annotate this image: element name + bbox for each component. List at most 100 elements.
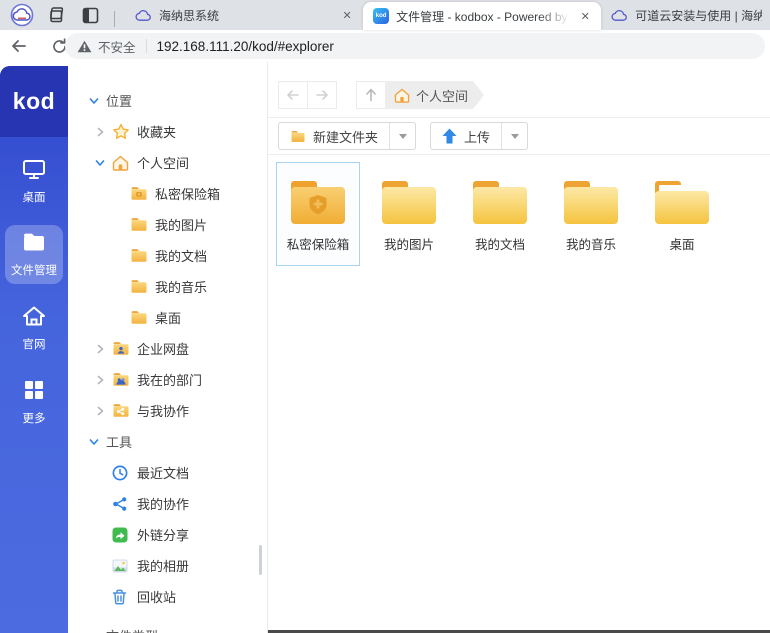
share-nodes-icon: [112, 496, 130, 512]
folder-icon: [468, 176, 532, 228]
grid-item-my-pictures[interactable]: 我的图片: [367, 162, 451, 266]
tree-item-clipped[interactable]: 文件类型: [106, 626, 158, 633]
browser-address-bar: 不安全 192.168.111.20/kod/#explorer: [0, 30, 770, 62]
history-back-button[interactable]: [278, 81, 308, 109]
tab-strip-separator: [114, 11, 115, 27]
back-icon[interactable]: [6, 33, 32, 59]
grid-item-my-documents[interactable]: 我的文档: [458, 162, 542, 266]
tree-item-recycle-bin[interactable]: 回收站: [68, 581, 267, 612]
tab-title: 可道云安装与使用 | 海纳思: [635, 7, 762, 24]
upload-button[interactable]: 上传: [431, 123, 501, 149]
folder-safe-icon: [286, 176, 350, 228]
file-grid: 私密保险箱 我的图片 我的文档: [268, 155, 770, 266]
tree-item-enterprise-disk[interactable]: 企业网盘: [68, 333, 267, 364]
tree-item-label: 个人空间: [137, 153, 189, 172]
upload-dropdown[interactable]: [501, 123, 527, 149]
rail-item-label: 官网: [5, 336, 63, 352]
folder-user-icon: [112, 341, 130, 357]
chevron-down-icon[interactable]: [88, 436, 100, 448]
up-button[interactable]: [356, 81, 386, 109]
close-icon[interactable]: ✕: [577, 8, 593, 24]
rail-item-more[interactable]: 更多: [5, 372, 63, 432]
chevron-right-icon[interactable]: [94, 343, 106, 355]
tree-item-label: 我的音乐: [155, 277, 207, 296]
tree-item-my-collaboration[interactable]: 我的协作: [68, 488, 267, 519]
folder-icon: [290, 130, 306, 143]
folder-tree-panel: 位置 收藏夹 个人空间 私密保险箱 我的图片 我的文档 我的音乐: [68, 62, 268, 633]
chevron-right-icon[interactable]: [94, 126, 106, 138]
tree-section-tools[interactable]: 工具: [68, 426, 267, 457]
tree-item-label: 我的文档: [155, 246, 207, 265]
close-icon[interactable]: ✕: [339, 7, 355, 23]
tree-item-my-departments[interactable]: 我在的部门: [68, 364, 267, 395]
tree-item-label: 桌面: [155, 308, 181, 327]
chevron-right-icon[interactable]: [94, 405, 106, 417]
grid-item-safe-box[interactable]: 私密保险箱: [276, 162, 360, 266]
browser-left-controls: [0, 0, 125, 30]
tab-hainasi[interactable]: 海纳思系统 ✕: [125, 0, 363, 30]
tab-kodbox[interactable]: kod 文件管理 - kodbox - Powered by ✕: [363, 2, 601, 30]
folder-icon: [130, 217, 148, 233]
folder-name: 我的图片: [368, 238, 450, 253]
tree-item-my-albums[interactable]: 我的相册: [68, 550, 267, 581]
grid-item-desktop[interactable]: 桌面: [640, 162, 724, 266]
new-folder-dropdown[interactable]: [389, 123, 415, 149]
page-url: 192.168.111.20/kod/#explorer: [157, 39, 334, 54]
warning-icon: [77, 40, 92, 53]
tree-item-recent-docs[interactable]: 最近文档: [68, 457, 267, 488]
tree-item-label: 我的协作: [137, 494, 189, 513]
caret-down-icon: [511, 134, 519, 139]
tree-item-label: 与我协作: [137, 401, 189, 420]
folder-users-icon: [112, 372, 130, 388]
vertical-tabs-icon[interactable]: [78, 3, 102, 27]
explorer-main: 个人空间 新建文件夹 上传: [268, 62, 770, 633]
tree-item-external-share[interactable]: 外链分享: [68, 519, 267, 550]
caret-down-icon: [399, 134, 407, 139]
folder-share-icon: [112, 403, 130, 419]
tree-item-label: 我的相册: [137, 556, 189, 575]
rail-item-desktop[interactable]: 桌面: [5, 151, 63, 211]
tree-item-safe-box[interactable]: 私密保险箱: [68, 178, 267, 209]
profile-cloud-icon[interactable]: [10, 3, 34, 27]
breadcrumb: 个人空间: [356, 81, 484, 109]
tab-groups-icon[interactable]: [44, 3, 68, 27]
panel-resize-grip[interactable]: [259, 545, 262, 575]
star-icon: [112, 124, 130, 140]
folder-icon: [377, 176, 441, 228]
tree-item-desktop[interactable]: 桌面: [68, 302, 267, 333]
tree-item-label: 回收站: [137, 587, 176, 606]
new-folder-split-button: 新建文件夹: [278, 122, 416, 150]
url-input[interactable]: 不安全 192.168.111.20/kod/#explorer: [65, 33, 765, 59]
tree-section-location[interactable]: 位置: [68, 85, 267, 116]
rail-item-website[interactable]: 官网: [5, 298, 63, 358]
tree-item-label: 外链分享: [137, 525, 189, 544]
new-folder-button[interactable]: 新建文件夹: [279, 123, 389, 149]
chevron-down-icon[interactable]: [88, 95, 100, 107]
history-forward-button[interactable]: [307, 81, 337, 109]
folder-icon: [21, 232, 47, 253]
tree-item-favorites[interactable]: 收藏夹: [68, 116, 267, 147]
chevron-down-icon[interactable]: [94, 157, 106, 169]
tab-title: 海纳思系统: [159, 7, 332, 24]
breadcrumb-root[interactable]: 个人空间: [385, 81, 484, 109]
chevron-right-icon[interactable]: [94, 374, 106, 386]
tree-item-my-documents[interactable]: 我的文档: [68, 240, 267, 271]
home-icon: [22, 305, 46, 327]
tree-item-my-pictures[interactable]: 我的图片: [68, 209, 267, 240]
folder-name: 我的文档: [459, 238, 541, 253]
rail-item-file-manager[interactable]: 文件管理: [5, 225, 63, 284]
security-label: 不安全: [98, 37, 136, 56]
folder-icon: [130, 279, 148, 295]
tree-item-label: 收藏夹: [137, 122, 176, 141]
tree-item-my-music[interactable]: 我的音乐: [68, 271, 267, 302]
tree-item-label: 我在的部门: [137, 370, 202, 389]
grid-item-my-music[interactable]: 我的音乐: [549, 162, 633, 266]
browser-tab-strip: 海纳思系统 ✕ kod 文件管理 - kodbox - Powered by ✕…: [0, 0, 770, 30]
cloud-favicon: [135, 9, 152, 22]
upload-label: 上传: [464, 127, 490, 146]
tree-item-shared-with-me[interactable]: 与我协作: [68, 395, 267, 426]
kod-logo[interactable]: kod: [0, 66, 68, 137]
tab-kodcloud-docs[interactable]: 可道云安装与使用 | 海纳思: [601, 0, 770, 30]
tree-item-personal-space[interactable]: 个人空间: [68, 147, 267, 178]
trash-icon: [112, 589, 130, 605]
